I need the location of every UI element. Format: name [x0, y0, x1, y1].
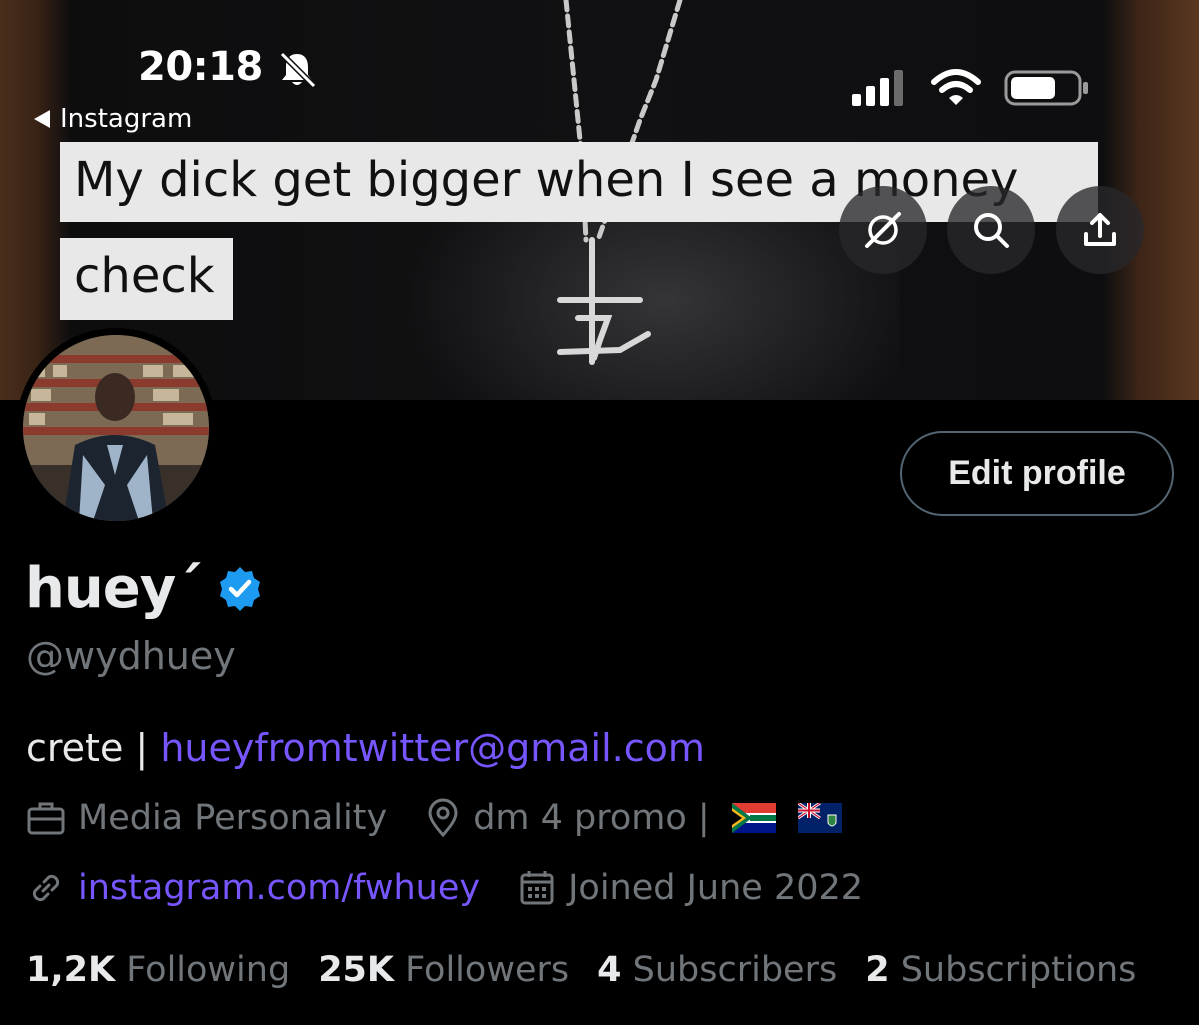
- profile-banner[interactable]: 20:18 Instagram My dick get bigger when …: [0, 0, 1199, 400]
- followers-value: 25K: [318, 950, 395, 990]
- calendar-icon: [520, 871, 554, 905]
- grok-icon: [865, 212, 901, 248]
- back-to-instagram[interactable]: Instagram: [34, 104, 192, 134]
- profile-bio: crete | hueyfromtwitter@gmail.com: [26, 726, 705, 770]
- wifi-icon: [931, 69, 981, 105]
- battery-icon: [1004, 70, 1088, 106]
- profile-location: dm 4 promo |: [425, 798, 842, 838]
- share-icon: [1084, 213, 1116, 246]
- profile-avatar[interactable]: [16, 328, 216, 528]
- subscriptions-count[interactable]: 2 Subscriptions: [865, 950, 1136, 990]
- followers-label: Followers: [405, 950, 570, 990]
- profile-meta-row-2: instagram.com/fwhuey Joined June 2022: [26, 868, 901, 908]
- website-link[interactable]: instagram.com/fwhuey: [78, 868, 480, 908]
- british-virgin-islands-flag-icon: [797, 803, 842, 833]
- back-arrow-icon: [34, 110, 50, 128]
- profile-stats: 1,2K Following 25K Followers 4 Subscribe…: [26, 950, 1164, 990]
- link-icon: [32, 874, 60, 902]
- edit-profile-button[interactable]: Edit profile: [900, 431, 1174, 516]
- display-name: huey´: [25, 556, 203, 621]
- subscriptions-label: Subscriptions: [900, 950, 1137, 990]
- category-label: Media Personality: [78, 798, 388, 838]
- south-africa-flag-icon: [731, 803, 776, 833]
- location-label: dm 4 promo |: [473, 798, 710, 838]
- location-pin-icon: [428, 798, 458, 838]
- cellular-signal-icon: [852, 70, 903, 106]
- user-handle: @wydhuey: [26, 634, 236, 678]
- subscribers-label: Subscribers: [632, 950, 838, 990]
- subscribers-value: 4: [597, 950, 622, 990]
- profile-meta-row-1: Media Personality dm 4 promo |: [26, 798, 880, 838]
- avatar-photo: [23, 335, 209, 521]
- bio-email-link[interactable]: hueyfromtwitter@gmail.com: [160, 726, 705, 770]
- profile-website[interactable]: instagram.com/fwhuey: [26, 868, 480, 908]
- followers-count[interactable]: 25K Followers: [318, 950, 569, 990]
- search-icon: [974, 213, 1009, 248]
- bell-slash-icon: [279, 51, 317, 89]
- name-row: huey´: [25, 556, 264, 621]
- share-button[interactable]: [1056, 186, 1144, 274]
- joined-label: Joined June 2022: [568, 868, 864, 908]
- back-app-label: Instagram: [60, 104, 193, 134]
- subscriptions-value: 2: [865, 950, 890, 990]
- briefcase-icon: [27, 802, 65, 835]
- banner-caption-line2: check: [60, 238, 233, 320]
- profile-category: Media Personality: [26, 798, 387, 838]
- banner-caption-line1: My dick get bigger when I see a money: [60, 142, 1098, 222]
- following-label: Following: [126, 950, 291, 990]
- profile-joined: Joined June 2022: [518, 868, 863, 908]
- following-value: 1,2K: [26, 950, 116, 990]
- bio-separator: |: [123, 726, 161, 770]
- bio-text: crete: [26, 726, 124, 770]
- status-time: 20:18: [138, 44, 263, 90]
- search-button[interactable]: [947, 186, 1035, 274]
- following-count[interactable]: 1,2K Following: [26, 950, 290, 990]
- grok-button[interactable]: [839, 186, 927, 274]
- subscribers-count[interactable]: 4 Subscribers: [597, 950, 837, 990]
- verified-badge-icon[interactable]: [216, 565, 264, 613]
